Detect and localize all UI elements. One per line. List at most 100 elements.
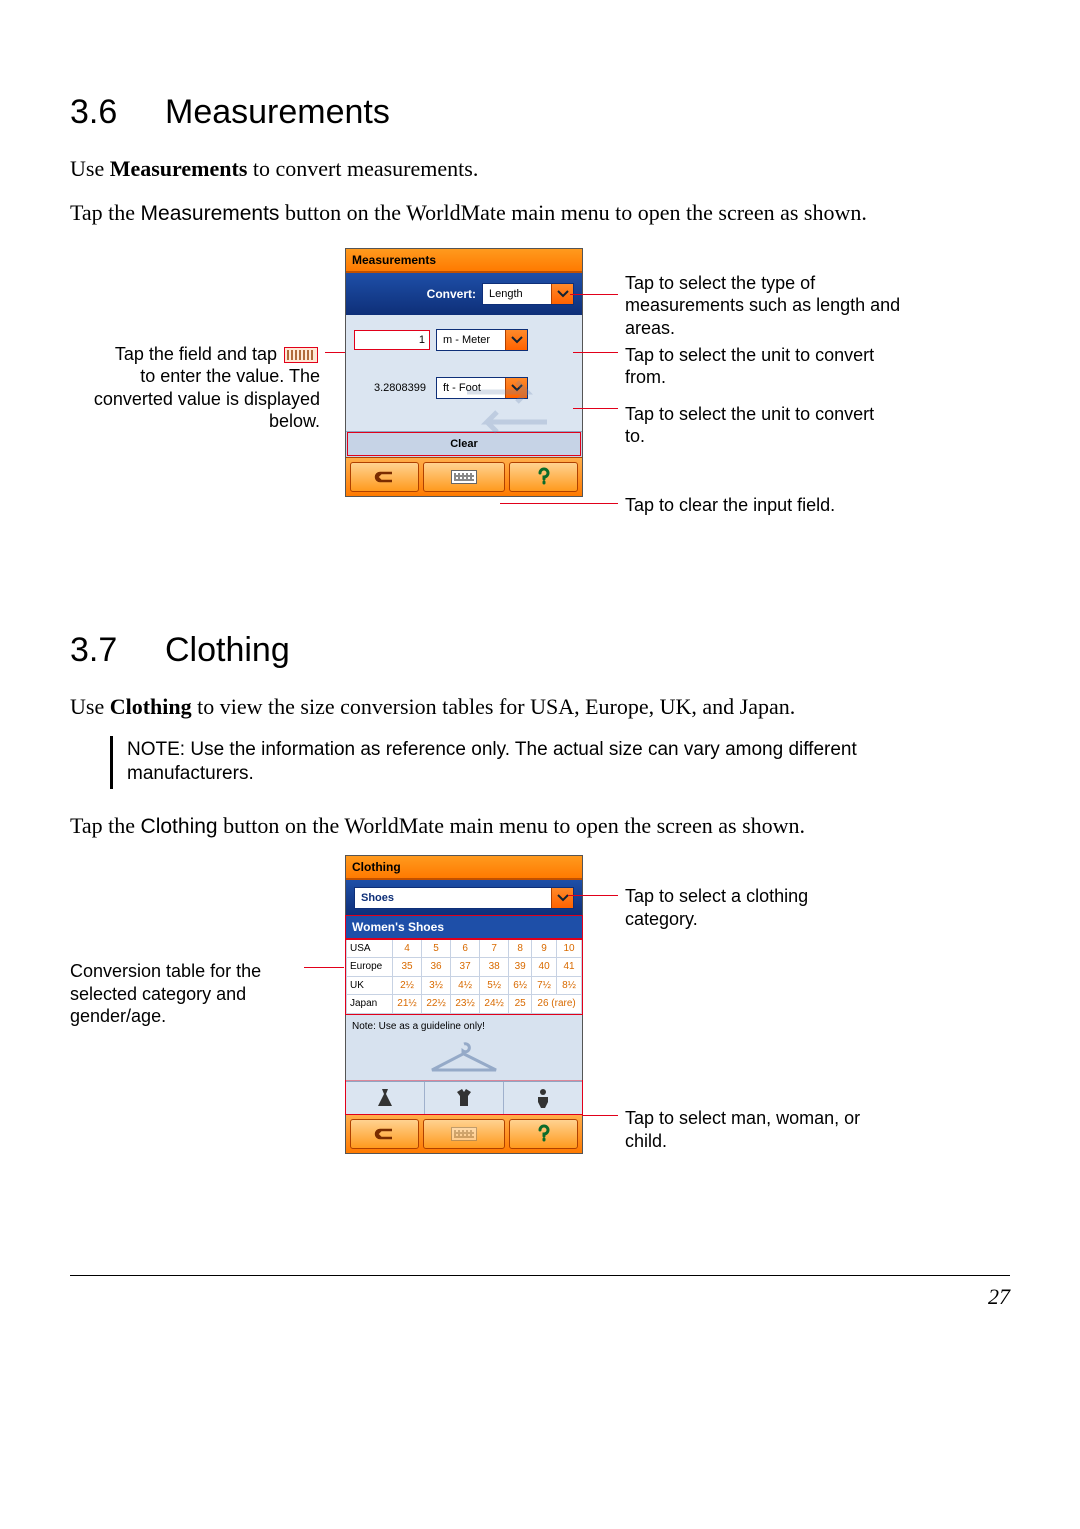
child-icon [532, 1086, 554, 1110]
size-cell: 5½ [480, 976, 509, 995]
help-button[interactable] [509, 1119, 578, 1149]
size-cell: 2½ [393, 976, 422, 995]
callout-table: Conversion table for the selected catego… [70, 960, 300, 1028]
device-measurements: Measurements Convert: Length 1 m - Meter… [345, 248, 583, 497]
size-cell: 4 [393, 939, 422, 958]
chevron-down-icon [551, 888, 573, 908]
size-cell: 25 [509, 995, 532, 1014]
para-37-1: Use Clothing to view the size conversion… [70, 692, 1010, 722]
size-cell: 36 [422, 958, 451, 977]
callout-to-unit: Tap to select the unit to convert to. [625, 403, 885, 448]
callout-from-unit: Tap to select the unit to convert from. [625, 344, 885, 389]
keyboard-icon [451, 1127, 477, 1141]
region-cell: UK [347, 976, 393, 995]
size-cell: 9 [532, 939, 557, 958]
size-table: USA45678910Europe35363738394041UK2½3½4½5… [346, 939, 582, 1014]
leader-line [304, 967, 344, 968]
size-cell: 21½ [393, 995, 422, 1014]
callout-convert-type: Tap to select the type of measurements s… [625, 272, 905, 340]
size-cell: 35 [393, 958, 422, 977]
region-cell: Japan [347, 995, 393, 1014]
size-cell: 41 [557, 958, 582, 977]
table-row: USA45678910 [347, 939, 582, 958]
keyboard-button[interactable] [423, 462, 505, 492]
shirt-icon [453, 1086, 475, 1110]
back-arrow-icon [372, 469, 396, 485]
subcategory-label: Women's Shoes [346, 916, 582, 938]
size-cell: 40 [532, 958, 557, 977]
tab-child[interactable] [503, 1082, 582, 1114]
input-value-field[interactable]: 1 [354, 330, 430, 350]
callout-clear: Tap to clear the input field. [625, 494, 905, 517]
leader-line [570, 294, 618, 295]
from-unit-dropdown[interactable]: m - Meter [436, 329, 528, 351]
para-37-2: Tap the Clothing button on the WorldMate… [70, 811, 1010, 841]
size-cell: 7½ [532, 976, 557, 995]
size-table-wrap: USA45678910Europe35363738394041UK2½3½4½5… [346, 939, 582, 1014]
section-title: Measurements [165, 93, 390, 131]
dress-icon [374, 1086, 396, 1110]
hanger-icon [424, 1040, 504, 1076]
figure-measurements: Tap the field and tap to enter the value… [70, 248, 1010, 588]
size-cell: 3½ [422, 976, 451, 995]
page-rule [70, 1275, 1010, 1276]
leader-line [573, 352, 618, 353]
help-icon [534, 1124, 554, 1144]
convert-label: Convert: [427, 286, 476, 302]
section-heading-36: 3.6Measurements [70, 90, 1010, 136]
size-cell: 26 (rare) [532, 995, 582, 1014]
table-row: Japan21½22½23½24½2526 (rare) [347, 995, 582, 1014]
leader-line [500, 503, 618, 504]
keyboard-icon [284, 347, 318, 363]
back-button[interactable] [350, 462, 419, 492]
size-cell: 8½ [557, 976, 582, 995]
table-row: Europe35363738394041 [347, 958, 582, 977]
bottom-toolbar [346, 457, 582, 496]
size-cell: 24½ [480, 995, 509, 1014]
size-cell: 10 [557, 939, 582, 958]
callout-left-input: Tap the field and tap to enter the value… [70, 343, 320, 433]
device-clothing: Clothing Shoes Women's Shoes USA45678910… [345, 855, 583, 1154]
region-cell: Europe [347, 958, 393, 977]
size-cell: 39 [509, 958, 532, 977]
size-cell: 38 [480, 958, 509, 977]
para-36-2: Tap the Measurements button on the World… [70, 198, 1010, 228]
table-row: UK2½3½4½5½6½7½8½ [347, 976, 582, 995]
section-number: 3.6 [70, 90, 165, 136]
size-cell: 5 [422, 939, 451, 958]
leader-line [582, 1115, 618, 1116]
table-note: Note: Use as a guideline only! [346, 1014, 582, 1036]
figure-clothing: Conversion table for the selected catego… [70, 855, 1010, 1235]
clothing-category-dropdown[interactable]: Shoes [354, 887, 574, 909]
tab-man[interactable] [424, 1082, 503, 1114]
note-block: NOTE: Use the information as reference o… [110, 736, 930, 789]
size-cell: 6½ [509, 976, 532, 995]
size-cell: 6 [451, 939, 480, 958]
keyboard-icon [451, 470, 477, 484]
size-cell: 4½ [451, 976, 480, 995]
section-number: 3.7 [70, 628, 165, 674]
gender-tabs [346, 1081, 582, 1114]
leader-line [568, 895, 618, 896]
convert-type-dropdown[interactable]: Length [482, 283, 574, 305]
back-arrow-icon [372, 1126, 396, 1142]
keyboard-button[interactable] [423, 1119, 505, 1149]
help-icon [534, 467, 554, 487]
section-heading-37: 3.7Clothing [70, 628, 1010, 674]
chevron-down-icon [505, 330, 527, 350]
back-button[interactable] [350, 1119, 419, 1149]
help-button[interactable] [509, 462, 578, 492]
region-cell: USA [347, 939, 393, 958]
category-bar: Shoes [346, 880, 582, 916]
size-cell: 22½ [422, 995, 451, 1014]
section-title: Clothing [165, 631, 290, 669]
convert-bar: Convert: Length [346, 273, 582, 315]
bottom-toolbar [346, 1114, 582, 1153]
output-value: 3.2808399 [354, 381, 430, 396]
swap-arrows-icon [462, 377, 552, 437]
size-cell: 37 [451, 958, 480, 977]
callout-gender: Tap to select man, woman, or child. [625, 1107, 885, 1152]
convert-body: 1 m - Meter 3.2808399 ft - Foot [346, 315, 582, 431]
para-36-1: Use Measurements to convert measurements… [70, 154, 1010, 184]
tab-woman[interactable] [346, 1082, 424, 1114]
